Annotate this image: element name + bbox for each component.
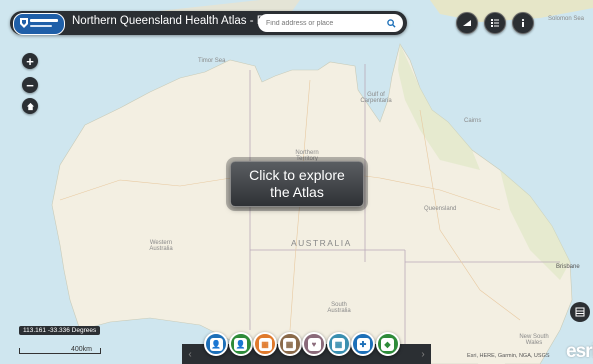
heart-icon: ♥ — [307, 337, 321, 351]
scale-bar: 400km — [19, 346, 101, 356]
label-gulf: Gulf of Carpentaria — [360, 92, 392, 104]
cross-icon: ✚ — [356, 337, 370, 351]
chevron-left-icon: ‹ — [188, 348, 192, 360]
facilities-tool-button[interactable]: ▦ — [277, 332, 302, 356]
label-timor-sea: Timor Sea — [198, 58, 226, 64]
plus-icon: + — [26, 53, 34, 69]
label-cairns: Cairns — [464, 118, 482, 124]
search-icon — [386, 18, 396, 28]
tool-bar: ‹ › 👤 👤 ▦ ▦ ♥ ▦ ✚ ◆ — [182, 332, 431, 364]
building-icon: ▦ — [258, 337, 272, 351]
label-south-australia: South Australia — [327, 302, 351, 314]
community-tool-button[interactable]: 👤 — [228, 332, 253, 356]
explore-atlas-button[interactable]: Click to explore the Atlas — [230, 161, 364, 207]
home-button[interactable] — [22, 98, 38, 114]
label-western-australia: Western Australia — [149, 240, 173, 252]
label-solomon-sea: Solomon Sea — [548, 16, 585, 22]
services-tool-button[interactable]: ▦ — [253, 332, 277, 356]
search-input[interactable] — [266, 16, 378, 30]
minus-icon: − — [26, 77, 34, 93]
zoom-in-button[interactable]: + — [22, 53, 38, 69]
building-icon: ▦ — [332, 337, 345, 351]
hospital-icon: ▦ — [283, 337, 296, 351]
australia-icon: ◆ — [381, 337, 394, 351]
population-tool-button[interactable]: 👤 — [204, 332, 228, 356]
label-australia: AUSTRALIA — [291, 238, 352, 248]
info-icon — [521, 18, 525, 27]
workforce-tool-button[interactable]: ▦ — [326, 332, 351, 356]
crest-icon — [20, 18, 28, 28]
label-brisbane: Brisbane — [556, 264, 580, 270]
health-tool-button[interactable]: ♥ — [302, 332, 326, 356]
region-tool-button[interactable]: ◆ — [375, 332, 400, 356]
label-queensland: Queensland — [424, 206, 457, 212]
app-title: Northern Queensland Health Atlas - Pilot — [72, 15, 280, 27]
search-box — [258, 14, 403, 32]
university-logo[interactable] — [13, 13, 65, 35]
search-button[interactable] — [383, 15, 399, 31]
layers-list-button[interactable] — [484, 12, 506, 34]
chevron-right-icon: › — [421, 348, 425, 360]
app-header: Northern Queensland Health Atlas - Pilot — [10, 11, 407, 35]
basemap-button[interactable] — [456, 12, 478, 34]
home-icon — [26, 102, 34, 110]
scale-label: 400km — [71, 346, 93, 353]
about-button[interactable] — [512, 12, 534, 34]
list-icon — [491, 19, 499, 27]
toolbar-prev-button[interactable]: ‹ — [184, 346, 196, 362]
person-icon: 👤 — [234, 337, 247, 351]
basemap-icon — [463, 20, 471, 26]
person-icon: 👤 — [209, 337, 223, 351]
zoom-out-button[interactable]: − — [22, 77, 38, 93]
map-attribution[interactable]: Esri, HERE, Garmin, NGA, USGS — [467, 353, 550, 359]
legend-icon — [575, 307, 585, 317]
esri-logo[interactable]: esri — [566, 341, 593, 363]
label-nsw: New South Wales — [519, 334, 549, 346]
toolbar-next-button[interactable]: › — [417, 346, 429, 362]
coordinate-readout: 113.161 -33.336 Degrees — [19, 326, 101, 335]
medical-tool-button[interactable]: ✚ — [351, 332, 375, 356]
legend-button[interactable] — [570, 302, 590, 322]
